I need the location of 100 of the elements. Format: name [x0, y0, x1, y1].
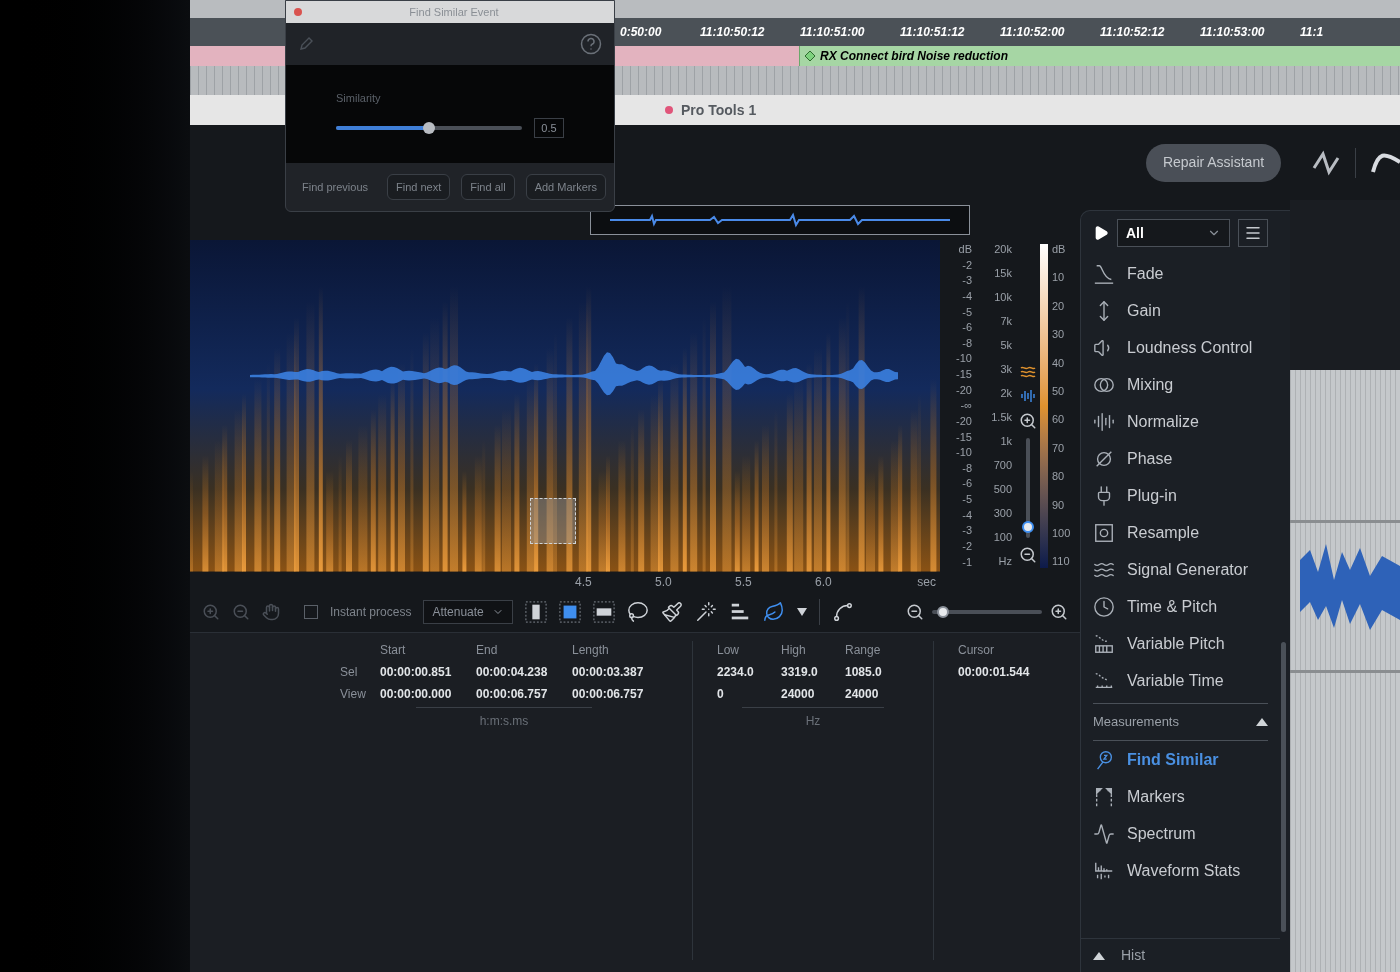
audio-lines-icon — [1093, 410, 1115, 433]
meter-scale-label: 10 — [1052, 272, 1065, 284]
db-scale-label: dB — [958, 244, 972, 255]
spline-icon[interactable] — [831, 600, 854, 623]
dialog-button[interactable]: Add Markers — [525, 174, 606, 200]
magic-wand-icon[interactable] — [694, 600, 717, 623]
frequency-selection-icon[interactable] — [592, 600, 615, 623]
value-field[interactable]: 0.5 — [534, 118, 564, 139]
play-icon[interactable] — [1093, 225, 1109, 241]
timecode-label: 11:10:51:12 — [900, 24, 966, 41]
panel-tab-label: Hist — [1121, 946, 1146, 965]
dialog-button[interactable]: Find previous — [294, 174, 377, 200]
time-axis-label: 5.5 — [735, 573, 753, 591]
time-value: 00:00:06.757 — [572, 685, 645, 703]
frequency-scale-label: Hz — [998, 556, 1012, 568]
frequency-scale-label: 5k — [1000, 340, 1012, 352]
db-scale-label: -3 — [962, 525, 972, 537]
timecode-label: 11:10:52:00 — [1000, 24, 1066, 41]
db-scale-label: -10 — [956, 447, 972, 459]
help-icon[interactable] — [580, 33, 602, 55]
menu-icon — [1244, 224, 1262, 242]
zoom-out-icon[interactable] — [1019, 545, 1037, 564]
module-list-item[interactable]: Signal Generator — [1081, 551, 1280, 588]
frequency-scale-label: 2k — [1000, 388, 1012, 400]
frequency-scale-label: 700 — [993, 460, 1012, 472]
brush-icon[interactable] — [660, 600, 683, 623]
zoom-in-icon[interactable] — [1050, 602, 1068, 621]
column-header: Low — [717, 641, 740, 659]
time-value: 00:00:06.757 — [476, 685, 549, 703]
module-list-item[interactable]: Fade — [1081, 255, 1280, 292]
timecode-label: 11:10:51:00 — [800, 24, 866, 41]
dialog-button[interactable]: Find all — [461, 174, 515, 200]
leaf-icon[interactable] — [762, 600, 785, 623]
checkbox[interactable] — [304, 604, 318, 619]
column-header: High — [781, 641, 807, 659]
module-list-item[interactable]: Spectrum — [1081, 815, 1280, 852]
frequency-scale-label: 3k — [1000, 364, 1012, 376]
horizontal-zoom-slider[interactable] — [932, 605, 1042, 618]
vertical-zoom-slider[interactable] — [1022, 437, 1034, 538]
frequency-scale-label: 7k — [1000, 316, 1012, 328]
dialog-title: Find Similar Event — [408, 4, 500, 20]
frequency-scale-label: 500 — [993, 484, 1012, 496]
lasso-icon[interactable] — [626, 600, 649, 623]
db-scale-label: -5 — [962, 494, 972, 505]
row-label: View — [340, 685, 367, 703]
db-scale-label: -8 — [962, 337, 972, 349]
module-list-item[interactable]: Normalize — [1081, 403, 1280, 440]
module-list-item[interactable]: Phase — [1081, 440, 1280, 477]
meter-scale-label: 60 — [1052, 414, 1065, 426]
clip-name: RX Connect bird Noise reduction — [820, 48, 1008, 65]
similarity-slider[interactable] — [336, 122, 522, 135]
filter-dropdown[interactable]: All — [1117, 219, 1230, 247]
vertical-bars-icon[interactable] — [1020, 387, 1036, 404]
module-list-item[interactable]: Resample — [1081, 514, 1280, 551]
module-list-item[interactable]: Time & Pitch — [1081, 588, 1280, 625]
db-scale-label: -2 — [962, 540, 972, 552]
db-scale-label: -6 — [962, 478, 972, 490]
frequency-scale-label: 1k — [1000, 436, 1012, 448]
db-scale-label: -1 — [962, 556, 972, 568]
db-scale-label: -15 — [956, 369, 972, 380]
frequency-value: 1085.0 — [845, 663, 883, 681]
module-list-item[interactable]: Find Similar — [1081, 741, 1280, 778]
meter-scale-label: 100 — [1052, 528, 1071, 540]
module-list-item[interactable]: Gain — [1081, 292, 1280, 329]
zoom-in-icon[interactable] — [1019, 411, 1037, 430]
frequency-value: 24000 — [845, 685, 880, 703]
db-scale-label: -15 — [956, 431, 972, 443]
menu-button[interactable] — [1238, 219, 1268, 247]
module-list-item[interactable]: Markers — [1081, 778, 1280, 815]
timecode-label: 11:10:50:12 — [700, 24, 766, 41]
column-header: End — [476, 641, 499, 659]
dropdown-triangle-icon[interactable] — [796, 606, 807, 617]
collapse-triangle-icon[interactable] — [1256, 717, 1268, 727]
meter-scale-label: 30 — [1052, 329, 1065, 341]
unit-label: Hz — [741, 706, 885, 730]
selection-rectangle[interactable] — [530, 498, 576, 544]
timecode-label: 11:10:53:00 — [1200, 24, 1266, 41]
time-axis-label: 4.5 — [575, 573, 593, 591]
timecode-label: 11:10:52:12 — [1100, 24, 1166, 41]
zoom-out-icon[interactable] — [906, 602, 924, 621]
db-scale-label: -∞ — [960, 400, 972, 412]
module-list-item[interactable]: Mixing — [1081, 366, 1280, 403]
mode-dropdown[interactable]: Attenuate — [423, 599, 513, 624]
frequency-scale-label: 300 — [993, 508, 1012, 520]
db-scale-label: -4 — [962, 290, 972, 302]
repair-assistant-button[interactable]: Repair Assistant — [1146, 143, 1281, 182]
module-list-item[interactable]: Variable Time — [1081, 662, 1280, 699]
time-value: 00:00:00.851 — [380, 663, 453, 681]
frequency-value: 2234.0 — [717, 663, 755, 681]
frequency-value: 0 — [717, 685, 725, 703]
module-list-item[interactable]: Loudness Control — [1081, 329, 1280, 366]
dialog-button[interactable]: Find next — [387, 174, 451, 200]
module-list-item[interactable]: Variable Pitch — [1081, 625, 1280, 662]
expand-triangle-icon[interactable] — [1093, 950, 1105, 961]
time-frequency-selection-icon[interactable] — [558, 600, 581, 623]
module-list-item[interactable]: Waveform Stats — [1081, 852, 1280, 889]
module-list-item[interactable]: Plug-in — [1081, 477, 1280, 514]
meter-scale-label: 90 — [1052, 499, 1065, 511]
db-scale-label: -5 — [962, 306, 972, 318]
time-selection-icon[interactable] — [524, 600, 547, 623]
